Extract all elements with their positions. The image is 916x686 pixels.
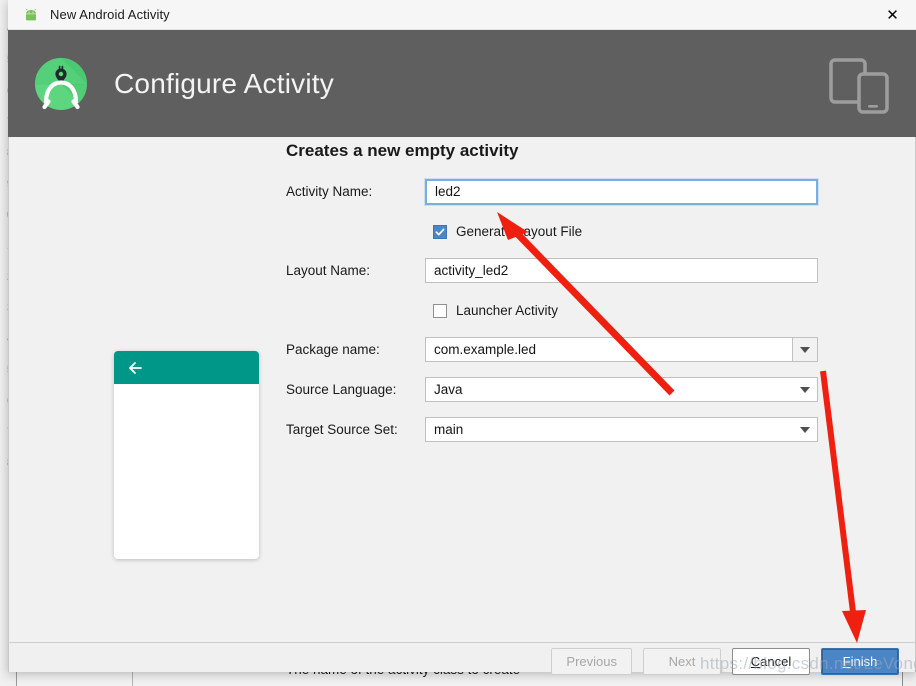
target-source-set-combo[interactable]: main xyxy=(425,417,818,442)
page-title: Configure Activity xyxy=(114,67,334,99)
chevron-down-icon[interactable] xyxy=(792,338,817,361)
row-package-name: Package name: com.example.led xyxy=(278,337,818,362)
dialog-titlebar: New Android Activity ✕ xyxy=(8,0,916,30)
package-name-combo[interactable]: com.example.led xyxy=(425,337,818,362)
layout-name-value: activity_led2 xyxy=(434,263,509,278)
dialog-header: Configure Activity xyxy=(8,30,916,137)
close-icon[interactable]: ✕ xyxy=(869,0,916,29)
ide-bottom-divider-2 xyxy=(132,670,133,686)
launcher-activity-label: Launcher Activity xyxy=(456,303,559,318)
package-name-value: com.example.led xyxy=(434,342,537,357)
row-activity-name: Activity Name: led2 xyxy=(278,177,819,206)
checkbox-box-checked xyxy=(433,224,447,239)
row-target-source-set: Target Source Set: main xyxy=(278,417,818,442)
label-layout-name: Layout Name: xyxy=(286,263,371,278)
label-package-name: Package name: xyxy=(286,342,380,357)
android-studio-logo-icon xyxy=(32,55,90,113)
chevron-down-icon[interactable] xyxy=(793,378,817,401)
row-source-language: Source Language: Java xyxy=(278,377,818,402)
row-layout-name: Layout Name: activity_led2 xyxy=(278,258,818,283)
source-language-combo[interactable]: Java xyxy=(425,377,818,402)
dialog-body: Creates a new empty activity Activity Na… xyxy=(8,137,916,677)
configure-activity-form: Creates a new empty activity Activity Na… xyxy=(278,141,819,457)
previous-button[interactable]: Previous xyxy=(551,648,632,675)
label-activity-name: Activity Name: xyxy=(286,184,373,199)
label-target-source-set: Target Source Set: xyxy=(286,422,398,437)
screen: 456789012345678 New Android Activity ✕ xyxy=(0,0,916,686)
chevron-down-icon[interactable] xyxy=(793,418,817,441)
new-android-activity-dialog: New Android Activity ✕ Configure Activit… xyxy=(8,0,916,677)
preview-appbar xyxy=(114,351,259,384)
target-source-set-value: main xyxy=(434,422,464,437)
dialog-title: New Android Activity xyxy=(50,7,170,22)
watermark: https://blog.csdn.net/LeVong xyxy=(700,654,916,673)
checkbox-box-unchecked xyxy=(433,303,447,318)
activity-preview xyxy=(114,351,259,559)
layout-name-input[interactable]: activity_led2 xyxy=(425,258,818,283)
tablet-and-phone-icon xyxy=(829,56,891,114)
back-arrow-icon xyxy=(126,359,144,377)
source-language-value: Java xyxy=(434,382,463,397)
row-launcher-activity: Launcher Activity xyxy=(278,298,818,323)
activity-name-value: led2 xyxy=(435,184,461,199)
generate-layout-file-checkbox[interactable]: Generate Layout File xyxy=(433,222,582,242)
activity-name-input[interactable]: led2 xyxy=(424,177,819,206)
android-robot-icon xyxy=(22,6,40,24)
checkmark-icon xyxy=(435,228,445,235)
generate-layout-file-label: Generate Layout File xyxy=(456,224,583,239)
row-generate-layout-file: Generate Layout File xyxy=(278,219,818,244)
form-heading: Creates a new empty activity xyxy=(286,141,519,160)
label-source-language: Source Language: xyxy=(286,382,397,397)
launcher-activity-checkbox[interactable]: Launcher Activity xyxy=(433,301,558,321)
